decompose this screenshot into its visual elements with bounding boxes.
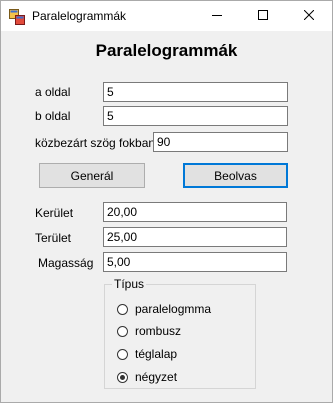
b-side-label: b oldal [35,109,71,123]
area-label: Terület [35,231,72,245]
close-icon [303,7,315,25]
radio-circle-selected [117,371,128,383]
radio-label: négyzet [135,370,178,384]
a-side-label: a oldal [35,85,71,99]
minimize-button[interactable] [194,1,240,31]
radio-dot [120,374,125,380]
app-icon [9,9,25,25]
radio-label: paralelogmma [135,302,212,316]
radio-label: téglalap [135,347,178,361]
maximize-icon [258,7,268,25]
generate-button[interactable]: Generál [39,163,145,188]
perimeter-output[interactable]: 20,00 [103,202,287,222]
radio-circle [117,348,128,360]
radio-rhombus[interactable]: rombusz [117,323,181,339]
close-button[interactable] [286,1,332,31]
app-window: Paralelogrammák Paralelogrammák a oldal … [0,0,333,403]
form-heading: Paralelogrammák [95,41,238,60]
a-side-input[interactable]: 5 [103,82,288,102]
area-output[interactable]: 25,00 [103,227,287,247]
type-group-legend: Típus [112,277,147,291]
radio-label: rombusz [135,324,182,338]
radio-parallelogram[interactable]: paralelogmma [117,301,211,317]
radio-circle [117,325,128,337]
maximize-button[interactable] [240,1,286,31]
radio-circle [117,303,128,315]
window-title: Paralelogrammák [32,9,127,23]
height-label: Magasság [38,256,94,270]
title-bar[interactable]: Paralelogrammák [1,1,332,31]
angle-input[interactable]: 90 [153,132,288,152]
perimeter-label: Kerület [35,206,74,220]
minimize-icon [212,7,222,25]
radio-square[interactable]: négyzet [117,369,177,385]
height-output[interactable]: 5,00 [103,252,287,272]
angle-label: közbezárt szög fokban [35,136,156,150]
read-button[interactable]: Beolvas [183,163,288,188]
radio-rectangle[interactable]: téglalap [117,346,177,362]
b-side-input[interactable]: 5 [103,106,288,126]
